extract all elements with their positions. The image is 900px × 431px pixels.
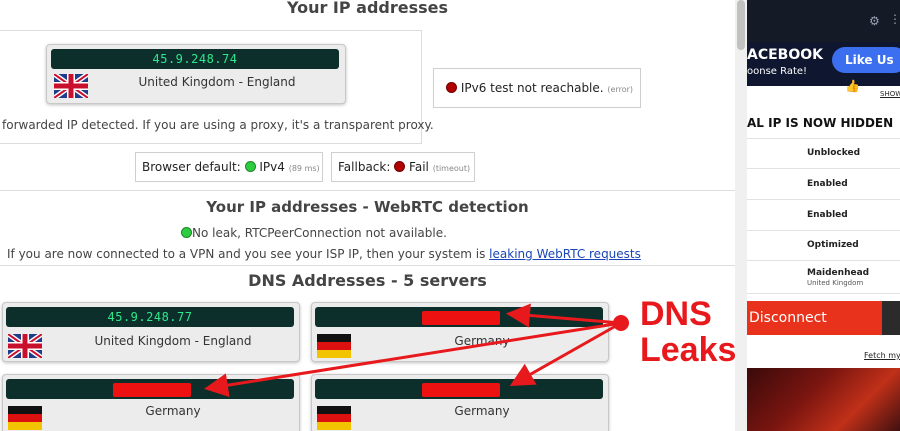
dns-location: Germany	[454, 334, 510, 348]
ipv6-status-note: (error)	[607, 85, 634, 94]
uk-flag-icon	[54, 74, 88, 98]
like-us-button[interactable]: Like Us 👍	[832, 47, 900, 93]
fail-status-icon	[394, 161, 406, 172]
ok-status-icon	[181, 227, 192, 238]
redaction-mark	[422, 383, 500, 397]
germany-flag-icon	[8, 406, 42, 430]
menu-icon[interactable]: ⋮	[889, 12, 900, 26]
browser-default-box: Browser default: IPv4 (89 ms)	[135, 152, 323, 182]
fallback-value: Fail	[409, 160, 429, 174]
annotation-line1: DNS	[640, 295, 712, 333]
row-divider	[747, 260, 900, 261]
redaction-mark	[422, 311, 500, 325]
vpn-status-value: Unblocked	[807, 148, 861, 158]
row-divider	[747, 230, 900, 231]
row-divider	[747, 138, 900, 139]
leaking-webrtc-link[interactable]: leaking WebRTC requests	[489, 247, 641, 261]
ipv6-status-box: IPv6 test not reachable. (error)	[433, 68, 641, 108]
like-us-label: Like Us	[845, 53, 894, 67]
fallback-note: (timeout)	[432, 164, 471, 173]
gear-icon[interactable]: ⚙	[869, 14, 880, 28]
annotation-line2: Leaks	[640, 331, 737, 369]
vpn-status-value: Optimized	[807, 240, 859, 250]
forwarded-ip-text: forwarded IP detected. If you are using …	[2, 118, 434, 132]
germany-flag-icon	[317, 406, 351, 430]
dns-server-card: Germany	[2, 374, 300, 431]
webrtc-section-title: Your IP addresses - WebRTC detection	[206, 198, 529, 216]
vpn-status-headline: AL IP IS NOW HIDDEN	[747, 116, 894, 130]
uk-flag-icon	[8, 334, 42, 358]
dns-location: United Kingdom - England	[94, 334, 252, 348]
banner-subline: oonse Rate!	[747, 66, 808, 77]
ip-test-page: Your IP addresses 45.9.248.74 United Kin…	[0, 0, 735, 431]
dns-server-card: 45.9.248.77 United Kingdom - England	[2, 302, 300, 362]
row-divider	[747, 168, 900, 169]
dns-ip-display: 45.9.248.77	[6, 307, 294, 327]
vpn-status-value: Enabled	[807, 210, 848, 220]
vpn-background-art	[747, 368, 900, 431]
section-divider	[0, 190, 735, 191]
dns-location: Germany	[454, 404, 510, 418]
ip-section-title: Your IP addresses	[286, 0, 449, 17]
fetch-link[interactable]: Fetch my	[864, 351, 900, 360]
webrtc-status-text: No leak, RTCPeerConnection not available…	[192, 226, 447, 240]
section-divider	[0, 265, 735, 266]
germany-flag-icon	[317, 334, 351, 358]
vpn-location-value: Maidenhead	[807, 268, 870, 278]
show-link[interactable]: SHOW	[880, 90, 900, 98]
ip-address-display: 45.9.248.74	[51, 49, 339, 69]
row-divider	[747, 199, 900, 200]
ipv6-status-text: IPv6 test not reachable.	[460, 81, 604, 95]
thumbs-up-icon: 👍	[845, 79, 860, 93]
redaction-mark	[113, 383, 191, 397]
fallback-box: Fallback: Fail (timeout)	[331, 152, 475, 182]
vpn-location-sub: United Kingdom	[807, 279, 864, 287]
webrtc-info: If you are now connected to a VPN and yo…	[7, 247, 641, 261]
webrtc-status: No leak, RTCPeerConnection not available…	[181, 226, 447, 240]
vpn-status-value: Enabled	[807, 179, 848, 189]
error-status-icon	[446, 82, 457, 93]
vpn-title-bar: ⚙ ⋮	[747, 0, 900, 42]
row-divider	[747, 293, 900, 294]
ip-card: 45.9.248.74 United Kingdom - England	[46, 44, 346, 104]
browser-default-value: IPv4	[259, 160, 285, 174]
browser-default-label: Browser default:	[142, 160, 241, 174]
webrtc-info-text: If you are now connected to a VPN and yo…	[7, 247, 486, 261]
page-scrollbar[interactable]	[735, 0, 747, 431]
dns-server-card: Germany	[311, 302, 609, 362]
annotation-label: DNS Leaks	[640, 296, 736, 368]
browser-default-time: (89 ms)	[288, 164, 320, 173]
disconnect-button[interactable]: Disconnect	[747, 301, 882, 335]
vpn-app-window: ⚙ ⋮ ACEBOOK oonse Rate! Like Us 👍 SHOW A…	[747, 0, 900, 431]
dns-location: Germany	[145, 404, 201, 418]
dns-section-title: DNS Addresses - 5 servers	[248, 271, 487, 290]
dns-server-card: Germany	[311, 374, 609, 431]
vpn-side-panel	[882, 301, 900, 335]
banner-headline: ACEBOOK	[747, 47, 823, 63]
scrollbar-thumb[interactable]	[737, 0, 745, 50]
ok-status-icon	[244, 161, 256, 172]
ip-location: United Kingdom - England	[138, 75, 296, 89]
fallback-label: Fallback:	[338, 160, 391, 174]
